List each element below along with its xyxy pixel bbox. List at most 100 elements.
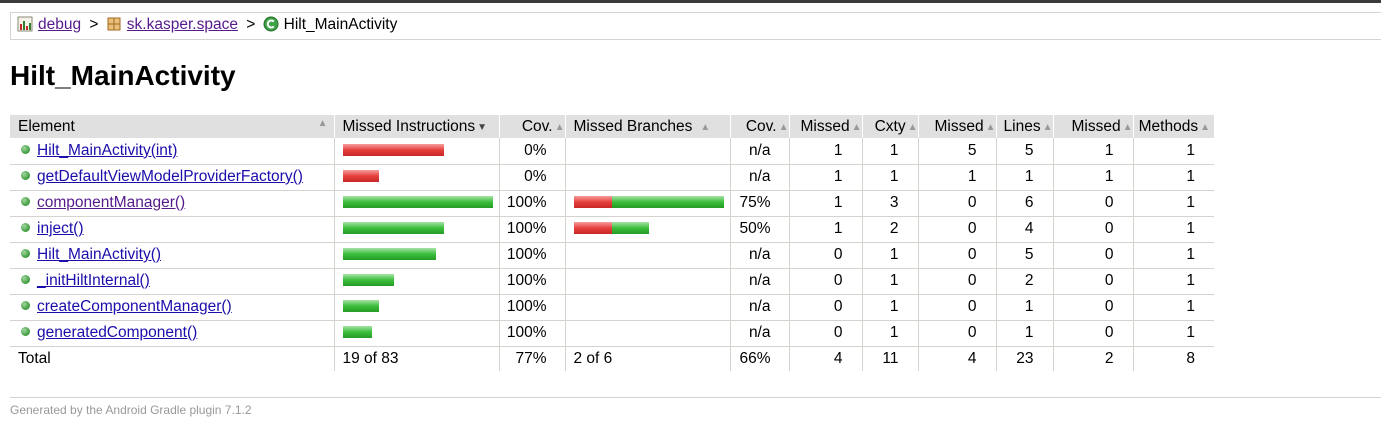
col-header-missed-branches[interactable]: Missed Branches ▲ — [564, 115, 730, 138]
col-header-missed-instructions[interactable]: Missed Instructions ▼ — [333, 115, 499, 138]
missed-branches-bar — [564, 242, 730, 269]
col-header-missed-lines[interactable]: Missed ▲ — [917, 115, 996, 138]
element-cell: Hilt_MainActivity() — [10, 242, 334, 269]
col-header-lines[interactable]: Lines ▲ — [995, 115, 1053, 138]
methods: 1 — [1132, 320, 1214, 347]
page-title: Hilt_MainActivity — [10, 60, 236, 91]
missed-lines: 5 — [917, 138, 996, 165]
table-row: _initHiltInternal() 100% n/a 0 1 0 2 0 1 — [10, 267, 1214, 295]
missed-cxty: 0 — [788, 320, 862, 347]
covered-bar — [342, 222, 444, 234]
table-header-row: Element ▲︎ Missed Instructions ▼ Cov. ▲ Mis… — [10, 115, 1214, 138]
col-header-missed-methods[interactable]: Missed ▲ — [1052, 115, 1133, 138]
col-header-cxty[interactable]: Cxty ▲ — [861, 115, 918, 138]
coverage-table: Element ▲︎ Missed Instructions ▼ Cov. ▲ Mis… — [10, 115, 1214, 371]
element-link[interactable]: generatedComponent() — [37, 324, 197, 341]
method-icon — [21, 275, 30, 284]
lines: 1 — [995, 294, 1053, 321]
table-row: Hilt_MainActivity() 100% n/a 0 1 0 5 0 1 — [10, 242, 1214, 269]
missed-lines: 0 — [917, 294, 996, 321]
table-row: inject() 100% 50% 1 2 0 4 0 1 — [10, 216, 1214, 243]
missed-methods: 0 — [1052, 320, 1133, 347]
table-row: Hilt_MainActivity(int) 0% n/a 1 1 5 5 1 1 — [10, 138, 1214, 165]
total-missed-branches: 2 of 6 — [564, 346, 730, 371]
col-header-cov-instructions[interactable]: Cov. ▲ — [498, 115, 565, 138]
element-link[interactable]: componentManager() — [37, 194, 185, 211]
cxty: 1 — [861, 242, 918, 269]
sort-icon: ▲ — [700, 121, 711, 133]
total-cov-branches: 66% — [729, 346, 789, 371]
missed-lines: 0 — [917, 320, 996, 347]
missed-instructions-bar — [333, 164, 499, 191]
lines: 1 — [995, 164, 1053, 191]
missed-bar — [342, 170, 379, 182]
missed-methods: 0 — [1052, 242, 1133, 269]
missed-cxty: 1 — [788, 190, 862, 217]
lines: 5 — [995, 138, 1053, 165]
missed-lines: 0 — [917, 216, 996, 243]
breadcrumb-link-package[interactable]: sk.kasper.space — [127, 16, 238, 33]
total-cxty: 11 — [861, 346, 918, 371]
missed-bar — [342, 143, 444, 156]
cov-branches: n/a — [729, 138, 789, 165]
package-icon — [107, 17, 121, 31]
sort-icon: ▲ — [1042, 121, 1053, 133]
missed-instructions-bar — [333, 216, 499, 243]
table-row: componentManager() 100% 75% 1 3 0 6 0 1 — [10, 190, 1214, 217]
method-icon — [21, 223, 30, 232]
methods: 1 — [1132, 294, 1214, 321]
sort-icon: ▲ — [554, 121, 565, 133]
missed-branches-bar — [564, 216, 730, 243]
missed-lines: 0 — [917, 190, 996, 217]
missed-instructions-bar — [333, 294, 499, 321]
element-link[interactable]: _initHiltInternal() — [37, 272, 150, 289]
element-link[interactable]: inject() — [37, 220, 84, 237]
col-header-element[interactable]: Element ▲︎ — [10, 115, 334, 138]
sort-icon: ▲ — [907, 121, 918, 133]
missed-branches-bar — [564, 138, 730, 165]
table-row: getDefaultViewModelProviderFactory() 0% n/… — [10, 164, 1214, 191]
lines: 5 — [995, 242, 1053, 269]
method-icon — [21, 327, 30, 336]
cov-branches: n/a — [729, 242, 789, 269]
sort-icon: ▲ — [1122, 121, 1133, 133]
missed-branches-bar — [564, 320, 730, 347]
element-cell: componentManager() — [10, 190, 334, 217]
element-link[interactable]: Hilt_MainActivity(int) — [37, 142, 177, 159]
sort-icon: ▲︎ — [317, 117, 328, 129]
missed-cxty: 1 — [788, 216, 862, 243]
covered-bar — [342, 248, 436, 260]
element-link[interactable]: createComponentManager() — [37, 298, 232, 315]
missed-bar — [573, 196, 612, 208]
element-link[interactable]: Hilt_MainActivity() — [37, 246, 161, 263]
missed-branches-bar — [564, 190, 730, 217]
total-missed-lines: 4 — [917, 346, 996, 371]
breadcrumb-separator: > — [89, 16, 99, 33]
cov-instructions: 100% — [498, 294, 565, 321]
method-icon — [21, 171, 30, 180]
missed-cxty: 0 — [788, 267, 862, 295]
methods: 1 — [1132, 216, 1214, 243]
cxty: 3 — [861, 190, 918, 217]
missed-branches-bar — [564, 267, 730, 295]
col-header-methods[interactable]: Methods ▲ — [1132, 115, 1214, 138]
method-icon — [21, 197, 30, 206]
missed-instructions-bar — [333, 267, 499, 295]
lines: 1 — [995, 320, 1053, 347]
cov-instructions: 100% — [498, 190, 565, 217]
total-lines: 23 — [995, 346, 1053, 371]
element-link[interactable]: getDefaultViewModelProviderFactory() — [37, 168, 303, 185]
missed-instructions-bar — [333, 320, 499, 347]
table-total-row: Total 19 of 83 77% 2 of 6 66% 4 11 4 23 … — [10, 346, 1214, 371]
col-header-cov-branches[interactable]: Cov. ▲ — [729, 115, 789, 138]
methods: 1 — [1132, 138, 1214, 165]
covered-bar — [611, 222, 649, 234]
missed-branches-bar — [564, 294, 730, 321]
total-label: Total — [18, 349, 51, 367]
col-header-missed-cxty[interactable]: Missed ▲ — [788, 115, 862, 138]
breadcrumb-link-debug[interactable]: debug — [38, 16, 81, 33]
element-cell: getDefaultViewModelProviderFactory() — [10, 164, 334, 191]
cov-branches: 50% — [729, 216, 789, 243]
missed-branches-bar — [564, 164, 730, 191]
methods: 1 — [1132, 164, 1214, 191]
